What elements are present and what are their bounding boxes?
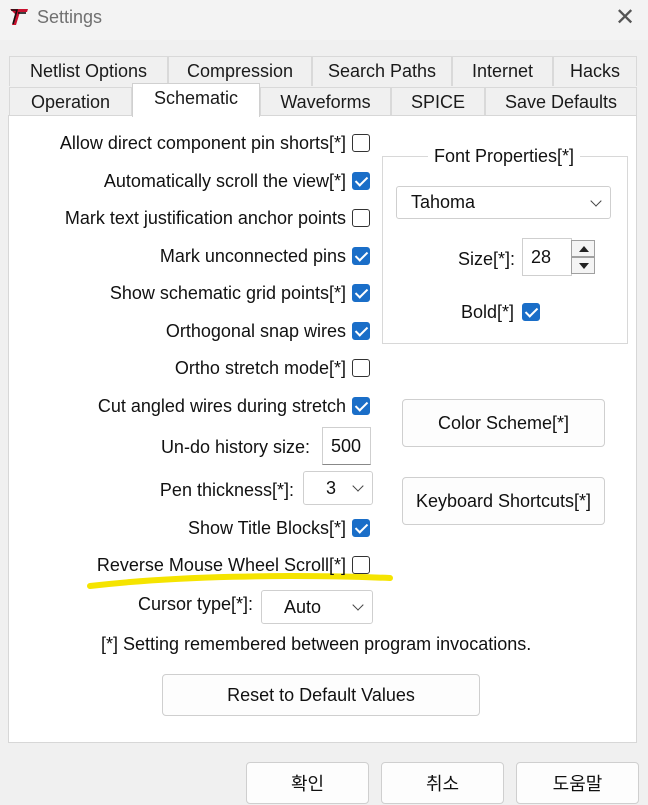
settings-note: [*] Setting remembered between program i… bbox=[101, 634, 532, 654]
font-properties-title: Font Properties[*] bbox=[428, 146, 581, 167]
checkbox-auto-scroll[interactable] bbox=[352, 172, 370, 190]
pen-thickness-select[interactable]: 3 bbox=[303, 471, 373, 505]
tab-operation[interactable]: Operation bbox=[9, 87, 132, 117]
spin-up-icon[interactable] bbox=[571, 240, 595, 257]
font-size-input[interactable]: 28 bbox=[522, 238, 572, 276]
option-label: Mark unconnected pins bbox=[159, 246, 346, 266]
tab-hacks[interactable]: Hacks bbox=[553, 56, 637, 86]
option-label: Orthogonal snap wires bbox=[165, 321, 346, 341]
checkbox-cut-angled-wires[interactable] bbox=[352, 397, 370, 415]
help-button[interactable]: 도움말 bbox=[516, 762, 639, 804]
ltspice-logo-icon bbox=[10, 9, 28, 25]
checkbox-orthogonal-snap[interactable] bbox=[352, 322, 370, 340]
checkbox-reverse-wheel-scroll[interactable] bbox=[352, 556, 370, 574]
keyboard-shortcuts-button[interactable]: Keyboard Shortcuts[*] bbox=[402, 477, 605, 525]
tab-save-defaults[interactable]: Save Defaults bbox=[485, 87, 637, 117]
chevron-down-icon bbox=[352, 480, 364, 492]
cursor-type-select[interactable]: Auto bbox=[261, 590, 373, 624]
checkbox-mark-anchor-points[interactable] bbox=[352, 209, 370, 227]
spin-down-icon[interactable] bbox=[571, 257, 595, 274]
chevron-down-icon bbox=[352, 599, 364, 611]
color-scheme-button[interactable]: Color Scheme[*] bbox=[402, 399, 605, 447]
checkbox-show-grid-points[interactable] bbox=[352, 284, 370, 302]
checkbox-bold[interactable] bbox=[522, 303, 540, 321]
option-label: Show Title Blocks[*] bbox=[187, 518, 346, 538]
tab-search-paths[interactable]: Search Paths bbox=[312, 56, 452, 86]
tab-spice[interactable]: SPICE bbox=[391, 87, 485, 117]
bold-label: Bold[*] bbox=[461, 302, 515, 322]
checkbox-show-title-blocks[interactable] bbox=[352, 519, 370, 537]
option-label: Cut angled wires during stretch bbox=[97, 396, 346, 416]
chevron-down-icon bbox=[590, 194, 602, 207]
reset-defaults-button[interactable]: Reset to Default Values bbox=[162, 674, 480, 716]
tab-compression[interactable]: Compression bbox=[168, 56, 312, 86]
font-size-label: Size[*]: bbox=[458, 249, 516, 269]
option-label: Allow direct component pin shorts[*] bbox=[59, 133, 346, 153]
option-label: Ortho stretch mode[*] bbox=[174, 358, 346, 378]
cancel-button[interactable]: 취소 bbox=[381, 762, 504, 804]
ok-button[interactable]: 확인 bbox=[246, 762, 369, 804]
option-label: Reverse Mouse Wheel Scroll[*] bbox=[96, 555, 346, 575]
checkbox-allow-pin-shorts[interactable] bbox=[352, 134, 370, 152]
checkbox-mark-unconnected-pins[interactable] bbox=[352, 247, 370, 265]
close-icon[interactable]: ✕ bbox=[612, 5, 638, 31]
undo-history-input[interactable]: 500 bbox=[322, 427, 371, 465]
tab-waveforms[interactable]: Waveforms bbox=[260, 87, 391, 117]
tab-internet[interactable]: Internet bbox=[452, 56, 553, 86]
font-family-select[interactable]: Tahoma bbox=[396, 186, 611, 219]
pen-thickness-label: Pen thickness[*]: bbox=[159, 480, 294, 500]
option-label: Mark text justification anchor points bbox=[64, 208, 346, 228]
tab-netlist-options[interactable]: Netlist Options bbox=[9, 56, 168, 86]
checkbox-ortho-stretch[interactable] bbox=[352, 359, 370, 377]
window-title: Settings bbox=[37, 7, 103, 27]
option-label: Automatically scroll the view[*] bbox=[103, 171, 346, 191]
option-label: Show schematic grid points[*] bbox=[109, 283, 346, 303]
undo-history-label: Un-do history size: bbox=[160, 437, 310, 457]
cursor-type-label: Cursor type[*]: bbox=[137, 594, 253, 614]
tab-schematic[interactable]: Schematic bbox=[132, 83, 260, 117]
